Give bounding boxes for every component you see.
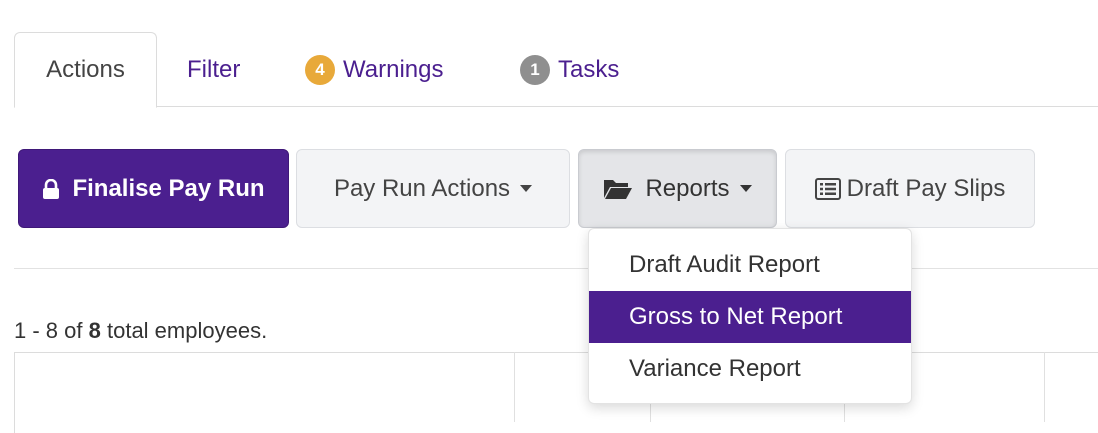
tab-actions[interactable]: Actions [14,32,157,108]
tab-filter-label: Filter [187,55,241,83]
summary-total: 8 [88,318,101,343]
chevron-down-icon [520,185,533,192]
tab-tasks-label: Tasks [558,55,620,83]
menu-item-variance-report[interactable]: Variance Report [589,343,911,395]
tab-warnings[interactable]: 4 Warnings [305,32,443,107]
chevron-down-icon [739,185,752,192]
draft-pay-slips-button[interactable]: Draft Pay Slips [785,149,1035,228]
finalise-pay-run-button[interactable]: Finalise Pay Run [18,149,289,228]
list-alt-icon [814,177,841,200]
draft-pay-slips-label: Draft Pay Slips [846,174,1006,202]
tab-actions-label: Actions [46,56,125,83]
menu-item-gross-to-net-report[interactable]: Gross to Net Report [589,291,911,343]
lock-icon [42,178,60,199]
section-divider [14,268,1098,269]
tab-filter[interactable]: Filter [187,32,240,107]
tab-warnings-label: Warnings [343,55,444,83]
finalise-pay-run-label: Finalise Pay Run [72,174,265,202]
pay-run-actions-label: Pay Run Actions [333,174,511,202]
table-column-divider [514,352,515,422]
reports-dropdown-menu: Draft Audit Report Gross to Net Report V… [588,228,912,404]
employee-count-summary: 1 - 8 of 8 total employees. [14,318,267,344]
tab-bar: Actions Filter 4 Warnings 1 Tasks [14,32,1098,108]
table-column-divider [1044,352,1045,422]
reports-label: Reports [645,174,730,202]
summary-suffix: total employees. [106,318,268,343]
menu-item-draft-audit-report[interactable]: Draft Audit Report [589,239,911,291]
tab-tasks[interactable]: 1 Tasks [520,32,619,107]
reports-button[interactable]: Reports [578,149,777,228]
summary-range: 1 - 8 of [14,318,83,343]
warnings-count-badge: 4 [305,54,335,85]
pay-run-actions-button[interactable]: Pay Run Actions [296,149,570,228]
tasks-count-badge: 1 [520,54,550,85]
employees-table [14,352,1098,433]
folder-open-icon [603,178,633,200]
